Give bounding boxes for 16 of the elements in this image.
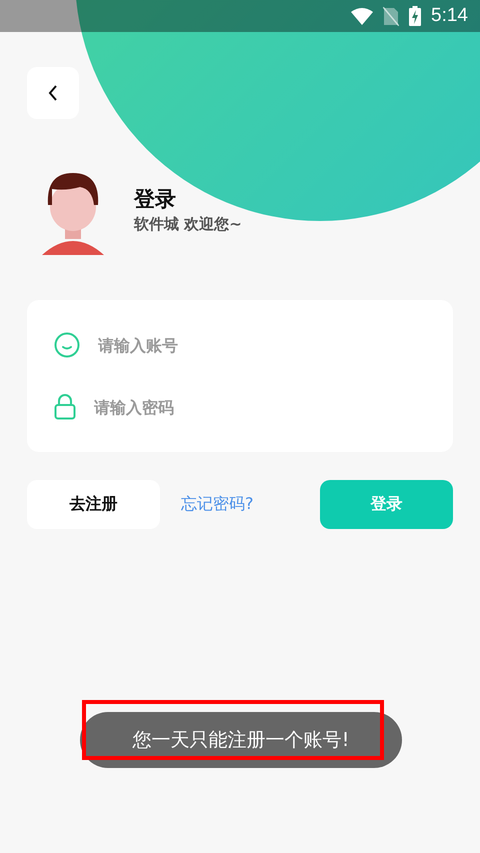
back-icon (47, 84, 59, 102)
page-title: 登录 (134, 186, 177, 212)
register-button[interactable]: 去注册 (27, 480, 160, 529)
back-button[interactable] (27, 67, 79, 119)
lock-icon (54, 394, 76, 420)
forgot-password-link[interactable]: 忘记密码? (181, 494, 254, 515)
toast-message: 您一天只能注册一个账号! (80, 712, 402, 768)
smiley-icon (54, 332, 80, 358)
no-sim-icon (383, 6, 400, 26)
battery-charging-icon (409, 6, 422, 26)
welcome-text: 软件城 欢迎您~ (134, 214, 242, 234)
password-field[interactable]: 请输入密码 (94, 398, 394, 416)
wifi-icon (351, 8, 374, 24)
account-field[interactable]: 请输入账号 (98, 336, 398, 354)
login-button[interactable]: 登录 (320, 480, 453, 529)
status-time: 5:14 (431, 5, 468, 27)
